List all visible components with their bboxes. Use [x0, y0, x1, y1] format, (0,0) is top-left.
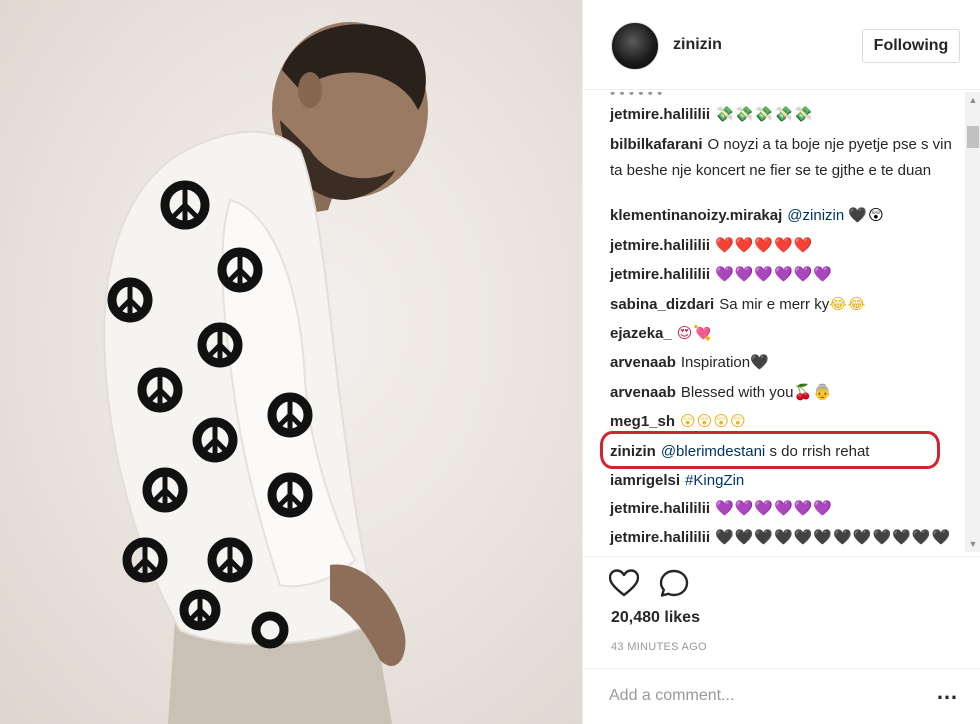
add-comment-section: …: [583, 668, 980, 724]
comment-emoji: 🖤😲: [848, 207, 885, 224]
comment-emoji: 💜💜💜💜💜💜: [715, 266, 834, 283]
comments-list[interactable]: • • • • • • jetmire.halililii 💸💸💸💸💸 bilbi…: [583, 92, 980, 552]
comment-username[interactable]: jetmire.halililii: [610, 237, 710, 254]
likes-count[interactable]: 20,480 likes: [611, 609, 700, 627]
comment-bubble-icon[interactable]: [659, 569, 689, 597]
photo-illustration: [103, 22, 428, 724]
scroll-down-icon[interactable]: ▼: [965, 536, 980, 552]
following-button[interactable]: Following: [862, 29, 960, 63]
comment-mention[interactable]: @zinizin: [787, 207, 844, 224]
ear: [298, 72, 322, 108]
more-options-icon[interactable]: …: [935, 681, 959, 707]
post-photo[interactable]: [0, 0, 582, 724]
post-details-panel: zinizin Following • • • • • • jetmire.ha…: [582, 0, 980, 724]
comment-text: Sa mir e merr ky: [719, 296, 830, 313]
comment-username[interactable]: meg1_sh: [610, 413, 675, 430]
comment-text: Blessed with you: [680, 384, 794, 401]
comment-text: Inspiration: [680, 354, 751, 371]
comment-item: sabina_dizdari Sa mir e merr ky😂😂: [610, 292, 955, 318]
comment-emoji: ❤️❤️❤️❤️❤️: [715, 237, 814, 254]
comment-username[interactable]: iamrigelsi: [610, 472, 680, 489]
post-username[interactable]: zinizin: [673, 36, 722, 54]
comment-item: ejazeka_ 😍💘: [610, 321, 955, 347]
comment-emoji: 💸💸💸💸💸: [715, 106, 814, 123]
comment-emoji: 🖤: [750, 354, 770, 371]
comment-username[interactable]: bilbilkafarani: [610, 136, 703, 153]
comment-item: bilbilkafarani O noyzi a ta boje nje pyet…: [610, 132, 955, 184]
comment-username[interactable]: ejazeka_: [610, 325, 672, 342]
comment-item: jetmire.halililii 💜💜💜💜💜💜: [610, 496, 955, 522]
comment-item: klementinanoizy.mirakaj @zinizin 🖤😲: [610, 203, 955, 229]
add-comment-input[interactable]: [609, 683, 909, 709]
comment-emoji: 💜💜💜💜💜💜: [715, 500, 834, 517]
comment-emoji: 😂😂: [829, 296, 867, 313]
comments-scrollbar[interactable]: ▲ ▼: [965, 92, 980, 552]
red-highlight-annotation: [600, 431, 940, 469]
comment-item: iamrigelsi #KingZin: [610, 468, 955, 494]
avatar[interactable]: [611, 22, 659, 70]
comment-username[interactable]: jetmire.halililii: [610, 266, 710, 283]
comment-username[interactable]: arvenaab: [610, 384, 676, 401]
scroll-thumb[interactable]: [967, 126, 979, 148]
comment-item: jetmire.halililii 💜💜💜💜💜💜: [610, 262, 955, 288]
comment-username[interactable]: jetmire.halililii: [610, 106, 710, 123]
comment-username[interactable]: arvenaab: [610, 354, 676, 371]
comment-hashtag[interactable]: #KingZin: [685, 472, 744, 489]
comment-item: jetmire.halililii ❤️❤️❤️❤️❤️: [610, 233, 955, 259]
comment-emoji: 😍💘: [676, 325, 714, 342]
scroll-up-icon[interactable]: ▲: [965, 92, 980, 108]
clipped-comment: • • • • • •: [610, 92, 955, 96]
post-timestamp[interactable]: 43 MINUTES AGO: [611, 641, 707, 653]
comment-item: arvenaab Inspiration🖤: [610, 350, 955, 376]
post-actions: 20,480 likes 43 MINUTES AGO: [583, 556, 980, 666]
heart-icon[interactable]: [609, 569, 639, 597]
comment-username[interactable]: klementinanoizy.mirakaj: [610, 207, 782, 224]
comment-emoji: 😲😲😲😲: [680, 413, 747, 430]
post-header: zinizin Following: [583, 0, 980, 90]
comment-username[interactable]: sabina_dizdari: [610, 296, 714, 313]
comment-username[interactable]: jetmire.halililii: [610, 500, 710, 517]
comment-username[interactable]: jetmire.halililii: [610, 529, 710, 546]
comment-item: jetmire.halililii 💸💸💸💸💸: [610, 102, 955, 128]
comment-item: arvenaab Blessed with you🍒👵: [610, 380, 955, 406]
comment-emoji: 🍒👵: [793, 384, 833, 401]
comment-item: jetmire.halililii🖤🖤🖤🖤🖤🖤🖤🖤🖤🖤🖤🖤🖤: [610, 525, 955, 552]
